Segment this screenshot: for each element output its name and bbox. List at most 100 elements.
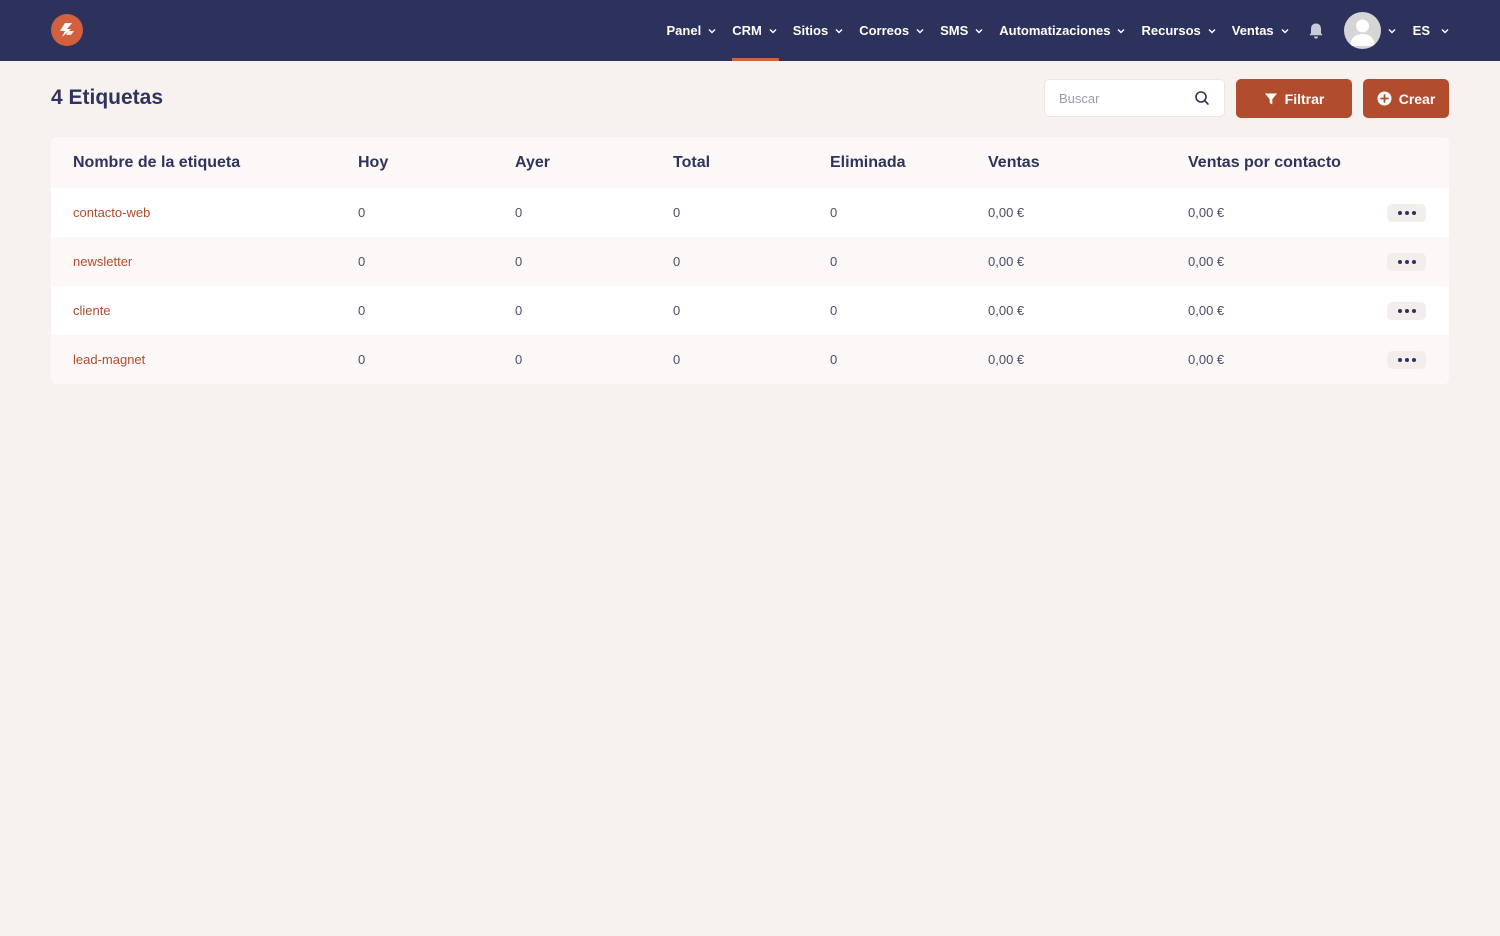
cell-ayer: 0 (515, 205, 523, 220)
notifications-button[interactable] (1308, 0, 1328, 61)
filter-icon (1264, 93, 1277, 104)
cell-total: 0 (673, 254, 681, 269)
filter-button-label: Filtrar (1284, 90, 1325, 107)
nav-item-label: Automatizaciones (999, 23, 1111, 38)
column-header-ventas-por-contacto[interactable]: Ventas por contacto (1188, 154, 1341, 172)
table-row: cliente 0 0 0 0 0,00 € 0,00 € (51, 286, 1449, 335)
row-actions-button[interactable] (1387, 301, 1426, 320)
nav-item-automatizaciones[interactable]: Automatizaciones (999, 0, 1126, 61)
cell-eliminada: 0 (830, 303, 838, 318)
tag-name-link[interactable]: newsletter (73, 254, 132, 269)
chevron-down-icon (1388, 28, 1396, 33)
nav-item-label: Correos (859, 23, 910, 38)
create-button[interactable]: Crear (1363, 79, 1449, 118)
tags-table: Nombre de la etiqueta Hoy Ayer Total Eli… (51, 137, 1449, 384)
cell-eliminada: 0 (830, 352, 838, 367)
column-header-total[interactable]: Total (673, 154, 710, 172)
user-silhouette-icon (1349, 19, 1375, 46)
top-navbar: Panel CRM Sitios Correos SMS Automatizac… (0, 0, 1500, 61)
search-input[interactable] (1059, 90, 1179, 106)
chevron-down-icon (916, 28, 924, 33)
nav-item-label: Panel (666, 23, 702, 38)
more-dots-icon (1397, 210, 1402, 215)
cell-ventas: 0,00 € (988, 205, 1025, 220)
create-button-label: Crear (1398, 90, 1436, 107)
nav-item-panel[interactable]: Panel (667, 0, 718, 61)
cell-hoy: 0 (358, 254, 366, 269)
table-header: Nombre de la etiqueta Hoy Ayer Total Eli… (51, 137, 1449, 188)
cell-ventas-por-contacto: 0,00 € (1188, 352, 1225, 367)
more-dots-icon (1404, 210, 1409, 215)
chevron-down-icon (769, 28, 777, 33)
cell-ventas-por-contacto: 0,00 € (1188, 205, 1225, 220)
nav-item-sitios[interactable]: Sitios (793, 0, 844, 61)
plus-circle-icon (1377, 91, 1392, 106)
more-dots-icon (1411, 210, 1416, 215)
nav-item-recursos[interactable]: Recursos (1141, 0, 1216, 61)
nav-item-label: Recursos (1141, 23, 1201, 38)
column-header-ventas[interactable]: Ventas (988, 154, 1040, 172)
cell-hoy: 0 (358, 303, 366, 318)
more-dots-icon (1411, 357, 1416, 362)
filter-button[interactable]: Filtrar (1236, 79, 1352, 118)
cell-total: 0 (673, 205, 681, 220)
more-dots-icon (1404, 357, 1409, 362)
cell-total: 0 (673, 352, 681, 367)
cell-ventas: 0,00 € (988, 352, 1025, 367)
chevron-down-icon (1208, 28, 1216, 33)
column-header-ayer[interactable]: Ayer (515, 154, 550, 172)
tag-name-link[interactable]: cliente (73, 303, 111, 318)
chevron-down-icon (708, 28, 716, 33)
nav-item-correos[interactable]: Correos (859, 0, 925, 61)
page-title: 4 Etiquetas (51, 86, 164, 109)
cell-ayer: 0 (515, 303, 523, 318)
language-label: ES (1412, 23, 1430, 38)
more-dots-icon (1397, 357, 1402, 362)
column-header-hoy[interactable]: Hoy (358, 154, 388, 172)
chevron-down-icon (1117, 28, 1125, 33)
more-dots-icon (1404, 308, 1409, 313)
row-actions-button[interactable] (1387, 252, 1426, 271)
table-row: lead-magnet 0 0 0 0 0,00 € 0,00 € (51, 335, 1449, 384)
search-icon[interactable] (1194, 90, 1210, 106)
table-row: newsletter 0 0 0 0 0,00 € 0,00 € (51, 237, 1449, 286)
more-dots-icon (1411, 308, 1416, 313)
cell-ventas: 0,00 € (988, 254, 1025, 269)
chevron-down-icon (1441, 28, 1449, 33)
cell-hoy: 0 (358, 352, 366, 367)
nav-item-label: SMS (940, 23, 969, 38)
app-logo[interactable] (51, 14, 83, 46)
bell-icon (1309, 23, 1323, 39)
nav-item-ventas[interactable]: Ventas (1232, 0, 1290, 61)
more-dots-icon (1397, 308, 1402, 313)
column-header-eliminada[interactable]: Eliminada (830, 154, 906, 172)
chevron-down-icon (1281, 28, 1289, 33)
cell-total: 0 (673, 303, 681, 318)
search-box[interactable] (1044, 79, 1225, 117)
cell-ventas-por-contacto: 0,00 € (1188, 254, 1225, 269)
user-menu[interactable] (1343, 0, 1397, 61)
cell-ayer: 0 (515, 254, 523, 269)
nav-item-crm[interactable]: CRM (732, 0, 779, 61)
cell-hoy: 0 (358, 205, 366, 220)
table-row: contacto-web 0 0 0 0 0,00 € 0,00 € (51, 188, 1449, 237)
cell-eliminada: 0 (830, 254, 838, 269)
nav-menu: Panel CRM Sitios Correos SMS Automatizac… (667, 0, 1451, 61)
cell-ayer: 0 (515, 352, 523, 367)
tag-name-link[interactable]: lead-magnet (73, 352, 145, 367)
row-actions-button[interactable] (1387, 203, 1426, 222)
nav-item-label: Sitios (792, 23, 829, 38)
more-dots-icon (1397, 259, 1402, 264)
lightning-logo-icon (60, 23, 74, 37)
nav-item-sms[interactable]: SMS (940, 0, 984, 61)
column-header-nombre[interactable]: Nombre de la etiqueta (73, 154, 240, 172)
language-selector[interactable]: ES (1413, 0, 1450, 61)
chevron-down-icon (975, 28, 983, 33)
nav-item-label: Ventas (1231, 23, 1274, 38)
more-dots-icon (1411, 259, 1416, 264)
row-actions-button[interactable] (1387, 350, 1426, 369)
cell-eliminada: 0 (830, 205, 838, 220)
cell-ventas-por-contacto: 0,00 € (1188, 303, 1225, 318)
tag-name-link[interactable]: contacto-web (73, 205, 150, 220)
avatar (1343, 12, 1381, 49)
